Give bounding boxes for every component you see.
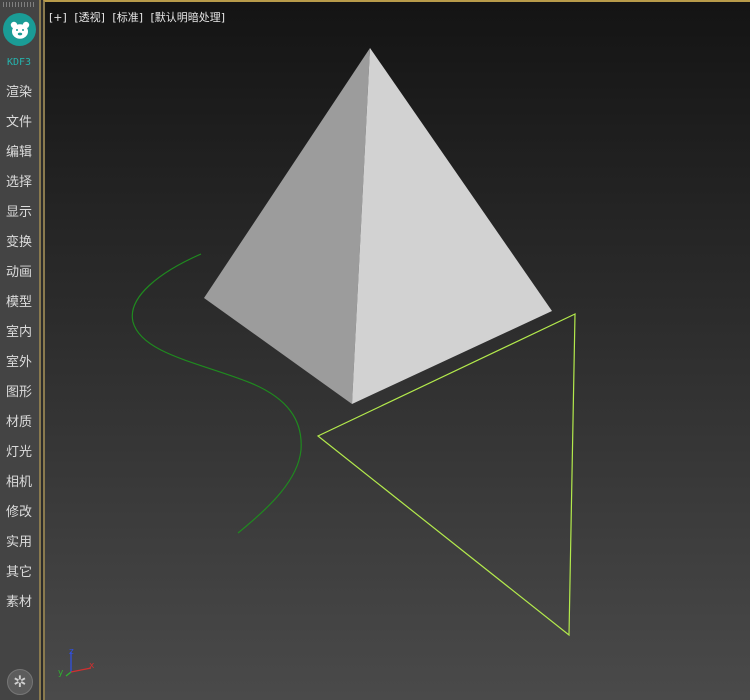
sidebar-item[interactable]: 其它: [0, 563, 38, 593]
axis-gizmo: z x y: [58, 648, 95, 678]
scene-canvas[interactable]: [45, 2, 750, 700]
plugin-toolbar: KDF3 渲染 文件 编辑 选择 显示 变换 动画 模型 室内 室外 图形 材质 灯光 相机 修改 实用 其它素…: [0, 0, 41, 700]
plugin-menu: 渲染 文件 编辑 选择 显示 变换 动画 模型 室内 室外 图形 材质 灯光 相机 修改 实用 其它 素材: [0, 83, 38, 623]
sidebar-item[interactable]: 动画: [0, 263, 38, 293]
sidebar-item[interactable]: 修改: [0, 503, 38, 533]
perspective-viewport[interactable]: [+] [透视] [标准] [默认明暗处理] z x y: [43, 0, 750, 700]
sidebar-item[interactable]: 模型: [0, 293, 38, 323]
sidebar-item[interactable]: 素材: [0, 593, 38, 623]
sidebar-item[interactable]: 编辑: [0, 143, 38, 173]
sidebar-item[interactable]: 相机: [0, 473, 38, 503]
sidebar-item[interactable]: 实用: [0, 533, 38, 563]
axis-y-label: y: [58, 668, 64, 678]
drag-handle[interactable]: [3, 2, 36, 7]
sidebar-item[interactable]: 室内: [0, 323, 38, 353]
brand-label: KDF3: [6, 57, 32, 68]
axis-x-label: x: [89, 661, 95, 671]
pyramid-right-face: [352, 48, 552, 404]
sidebar-item[interactable]: 变换: [0, 233, 38, 263]
sidebar-item[interactable]: 灯光: [0, 443, 38, 473]
bear-logo-icon[interactable]: [3, 13, 36, 46]
pyramid-left-face: [204, 48, 370, 404]
axis-z-label: z: [69, 648, 74, 657]
sidebar-item[interactable]: 室外: [0, 353, 38, 383]
sidebar-item[interactable]: 材质: [0, 413, 38, 443]
sidebar-item[interactable]: 选择: [0, 173, 38, 203]
sidebar-item[interactable]: 文件: [0, 113, 38, 143]
sidebar-item[interactable]: 显示: [0, 203, 38, 233]
pyramid[interactable]: [204, 48, 552, 404]
gear-icon[interactable]: ✲: [7, 669, 33, 695]
sidebar-item[interactable]: 图形: [0, 383, 38, 413]
sidebar-item[interactable]: 渲染: [0, 83, 38, 113]
